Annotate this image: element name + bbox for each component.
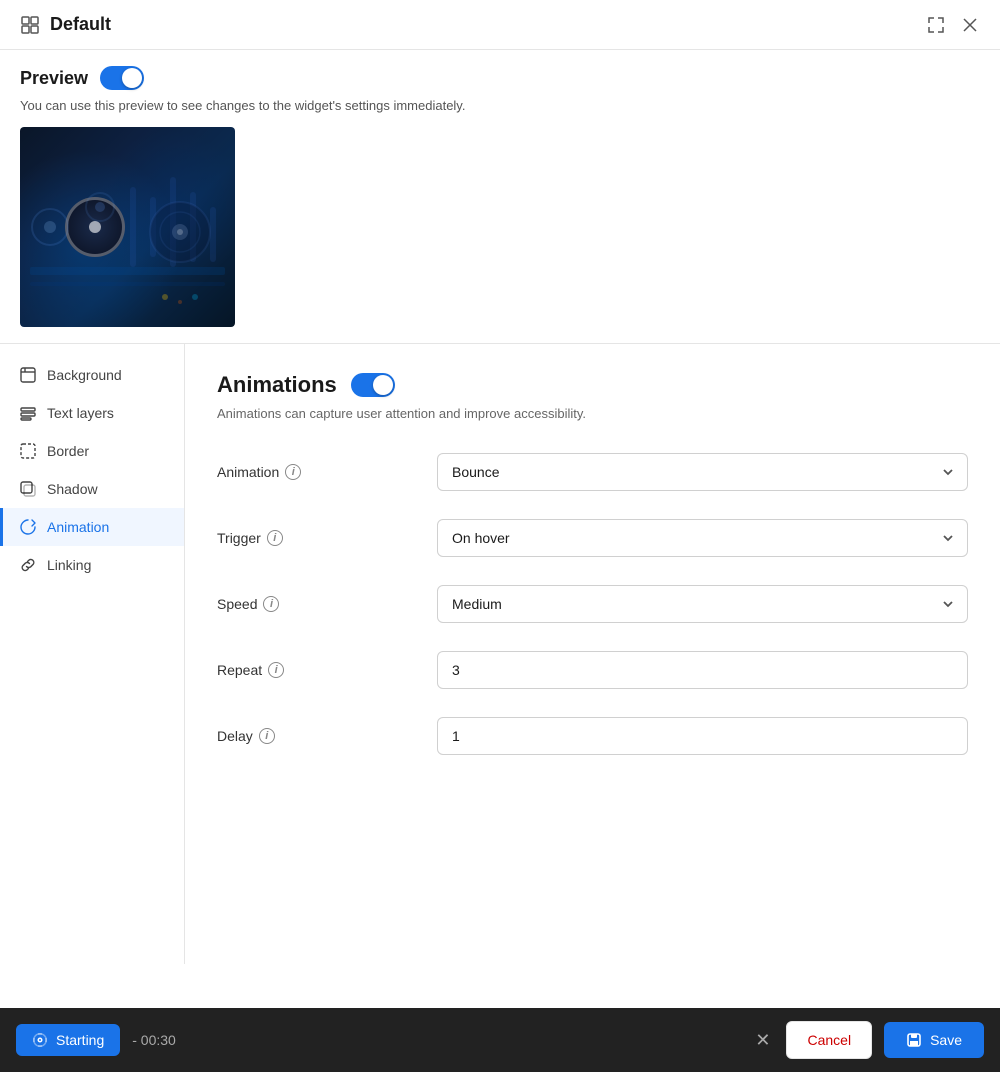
- preview-section: Preview You can use this preview to see …: [0, 50, 1000, 343]
- preview-title: Preview: [20, 68, 88, 89]
- preview-image: [20, 127, 235, 327]
- cancel-button[interactable]: Cancel: [786, 1021, 872, 1059]
- save-icon: [906, 1032, 922, 1048]
- timer-display: - 00:30: [132, 1032, 739, 1048]
- shadow-icon: [19, 480, 37, 498]
- background-icon: [19, 366, 37, 384]
- app-title: Default: [50, 14, 111, 35]
- speed-control: Slow Medium Fast: [437, 585, 968, 623]
- sidebar-item-animation[interactable]: Animation: [0, 508, 184, 546]
- close-icon[interactable]: [960, 15, 980, 35]
- main-content: Background Text layers Border Shadow: [0, 344, 1000, 964]
- sidebar-item-shadow-label: Shadow: [47, 481, 98, 497]
- trigger-select[interactable]: On hover On click On load On scroll: [437, 519, 968, 557]
- animation-label: Animation i: [217, 464, 437, 480]
- border-icon: [19, 442, 37, 460]
- speed-select-wrapper: Slow Medium Fast: [437, 585, 968, 623]
- animation-row: Animation i Bounce None Fade Slide Zoom …: [217, 453, 968, 491]
- delay-info-icon[interactable]: i: [259, 728, 275, 744]
- app-header: Default: [0, 0, 1000, 50]
- speed-row: Speed i Slow Medium Fast: [217, 585, 968, 623]
- trigger-select-wrapper: On hover On click On load On scroll: [437, 519, 968, 557]
- dj-equipment: [20, 127, 235, 327]
- timer-text: - 00:30: [132, 1032, 176, 1048]
- repeat-label: Repeat i: [217, 662, 437, 678]
- expand-icon[interactable]: [926, 15, 946, 35]
- bottom-bar: Starting - 00:30 ✕ Cancel Save: [0, 1008, 1000, 1072]
- sidebar-item-border-label: Border: [47, 443, 89, 459]
- trigger-row: Trigger i On hover On click On load On s…: [217, 519, 968, 557]
- speed-label: Speed i: [217, 596, 437, 612]
- repeat-input[interactable]: [437, 651, 968, 689]
- save-button[interactable]: Save: [884, 1022, 984, 1058]
- preview-toggle[interactable]: [100, 66, 144, 90]
- sidebar-item-linking-label: Linking: [47, 557, 91, 573]
- sidebar-item-animation-label: Animation: [47, 519, 109, 535]
- sidebar-item-background[interactable]: Background: [0, 356, 184, 394]
- preview-subtitle: You can use this preview to see changes …: [20, 98, 980, 113]
- sidebar-item-linking[interactable]: Linking: [0, 546, 184, 584]
- animation-icon: [19, 518, 37, 536]
- delay-input[interactable]: [437, 717, 968, 755]
- animation-select[interactable]: Bounce None Fade Slide Zoom Spin: [437, 453, 968, 491]
- gear-icon: [32, 1032, 48, 1048]
- sidebar: Background Text layers Border Shadow: [0, 344, 185, 964]
- header-left: Default: [20, 14, 111, 35]
- repeat-row: Repeat i: [217, 651, 968, 689]
- repeat-info-icon[interactable]: i: [268, 662, 284, 678]
- animations-subtitle: Animations can capture user attention an…: [217, 406, 968, 421]
- animations-panel: Animations Animations can capture user a…: [185, 344, 1000, 964]
- speed-info-icon[interactable]: i: [263, 596, 279, 612]
- speed-select[interactable]: Slow Medium Fast: [437, 585, 968, 623]
- trigger-label: Trigger i: [217, 530, 437, 546]
- text-layers-icon: [19, 404, 37, 422]
- linking-icon: [19, 556, 37, 574]
- trigger-control: On hover On click On load On scroll: [437, 519, 968, 557]
- sidebar-item-background-label: Background: [47, 367, 122, 383]
- delay-row: Delay i: [217, 717, 968, 755]
- dj-svg: [20, 127, 235, 327]
- animation-info-icon[interactable]: i: [285, 464, 301, 480]
- trigger-info-icon[interactable]: i: [267, 530, 283, 546]
- sidebar-item-text-layers[interactable]: Text layers: [0, 394, 184, 432]
- animation-select-wrapper: Bounce None Fade Slide Zoom Spin: [437, 453, 968, 491]
- sidebar-item-text-layers-label: Text layers: [47, 405, 114, 421]
- repeat-control: [437, 651, 968, 689]
- sidebar-item-border[interactable]: Border: [0, 432, 184, 470]
- delay-label: Delay i: [217, 728, 437, 744]
- animations-title: Animations: [217, 372, 337, 398]
- close-bar-button[interactable]: ✕: [751, 1026, 774, 1055]
- starting-label: Starting: [56, 1032, 104, 1048]
- header-icons: [926, 15, 980, 35]
- animations-header: Animations: [217, 372, 968, 398]
- starting-button[interactable]: Starting: [16, 1024, 120, 1056]
- animation-control: Bounce None Fade Slide Zoom Spin: [437, 453, 968, 491]
- sidebar-item-shadow[interactable]: Shadow: [0, 470, 184, 508]
- preview-header: Preview: [20, 66, 980, 90]
- grid-icon: [20, 15, 40, 35]
- delay-control: [437, 717, 968, 755]
- animations-toggle[interactable]: [351, 373, 395, 397]
